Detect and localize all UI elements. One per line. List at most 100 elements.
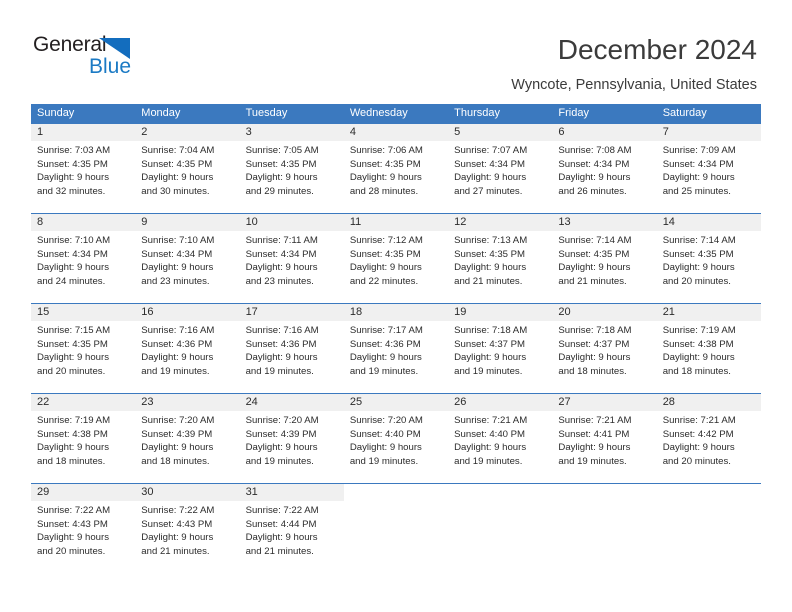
day-number [552, 484, 657, 501]
calendar-day-cell[interactable]: 22 Sunrise: 7:19 AM Sunset: 4:38 PM Dayligh… [31, 394, 136, 483]
weekday-header-sunday: Sunday [37, 107, 75, 119]
calendar-day-cell[interactable]: 17 Sunrise: 7:16 AM Sunset: 4:36 PM Dayligh… [239, 304, 344, 393]
day-daylight2-text: and 23 minutes. [245, 275, 314, 287]
day-number: 30 [135, 484, 240, 501]
calendar-day-cell[interactable]: 4 Sunrise: 7:06 AM Sunset: 4:35 PM Daylight… [343, 124, 449, 213]
day-number: 16 [135, 304, 240, 321]
calendar-day-cell[interactable]: 14 Sunrise: 7:14 AM Sunset: 4:35 PM Dayligh… [656, 214, 761, 303]
day-sunrise-text: Sunrise: 7:14 AM [558, 235, 632, 246]
calendar-day-cell[interactable]: 25 Sunrise: 7:20 AM Sunset: 4:40 PM Dayligh… [343, 394, 449, 483]
day-sunset-text: Sunset: 4:34 PM [558, 158, 630, 170]
day-details: Sunrise: 7:08 AM Sunset: 4:34 PM Daylight:… [552, 141, 656, 198]
day-daylight2-text: and 21 minutes. [141, 545, 210, 557]
calendar-day-cell[interactable]: 30 Sunrise: 7:22 AM Sunset: 4:43 PM Dayligh… [135, 484, 240, 567]
day-daylight2-text: and 29 minutes. [245, 185, 314, 197]
calendar-day-cell[interactable]: 24 Sunrise: 7:20 AM Sunset: 4:39 PM Dayligh… [239, 394, 344, 483]
day-details: Sunrise: 7:04 AM Sunset: 4:35 PM Daylight:… [135, 141, 239, 198]
day-sunset-text: Sunset: 4:40 PM [454, 428, 526, 440]
day-daylight1-text: Daylight: 9 hours [245, 172, 318, 184]
day-sunrise-text: Sunrise: 7:21 AM [558, 415, 632, 426]
day-number: 25 [343, 394, 449, 411]
day-daylight1-text: Daylight: 9 hours [454, 442, 527, 454]
weekday-header-row: Sunday Monday Tuesday Wednesday Thursday… [31, 104, 761, 123]
day-sunrise-text: Sunrise: 7:22 AM [141, 505, 215, 516]
day-sunset-text: Sunset: 4:35 PM [558, 248, 630, 260]
calendar-day-cell[interactable]: 19 Sunrise: 7:18 AM Sunset: 4:37 PM Dayligh… [448, 304, 553, 393]
day-daylight1-text: Daylight: 9 hours [662, 262, 735, 274]
general-blue-logo[interactable]: General Blue [33, 33, 163, 81]
day-details: Sunrise: 7:21 AM Sunset: 4:42 PM Daylight:… [657, 411, 761, 468]
day-daylight2-text: and 19 minutes. [454, 365, 523, 377]
day-daylight2-text: and 18 minutes. [37, 455, 106, 467]
calendar-day-cell[interactable]: 6 Sunrise: 7:08 AM Sunset: 4:34 PM Daylight… [552, 124, 657, 213]
day-number: 17 [239, 304, 344, 321]
day-sunrise-text: Sunrise: 7:17 AM [349, 325, 423, 336]
day-daylight2-text: and 18 minutes. [662, 365, 731, 377]
day-daylight2-text: and 24 minutes. [37, 275, 106, 287]
day-number [343, 484, 449, 501]
day-daylight1-text: Daylight: 9 hours [141, 352, 214, 364]
page-location: Wyncote, Pennsylvania, United States [511, 77, 757, 93]
day-details: Sunrise: 7:15 AM Sunset: 4:35 PM Daylight:… [31, 321, 135, 378]
day-sunset-text: Sunset: 4:43 PM [37, 518, 108, 530]
day-details: Sunrise: 7:07 AM Sunset: 4:34 PM Daylight:… [448, 141, 552, 198]
day-daylight1-text: Daylight: 9 hours [245, 352, 318, 364]
day-sunrise-text: Sunrise: 7:05 AM [245, 145, 319, 156]
day-number: 19 [448, 304, 553, 321]
day-number: 18 [343, 304, 449, 321]
day-details: Sunrise: 7:16 AM Sunset: 4:36 PM Daylight:… [240, 321, 344, 378]
day-number: 2 [135, 124, 240, 141]
calendar-day-cell[interactable]: 23 Sunrise: 7:20 AM Sunset: 4:39 PM Dayligh… [135, 394, 240, 483]
day-daylight1-text: Daylight: 9 hours [558, 352, 631, 364]
day-daylight1-text: Daylight: 9 hours [662, 172, 735, 184]
day-sunrise-text: Sunrise: 7:10 AM [141, 235, 215, 246]
calendar-day-cell[interactable]: 29 Sunrise: 7:22 AM Sunset: 4:43 PM Dayligh… [31, 484, 136, 567]
calendar-day-cell[interactable]: 5 Sunrise: 7:07 AM Sunset: 4:34 PM Daylight… [448, 124, 553, 213]
day-number: 14 [656, 214, 761, 231]
day-daylight1-text: Daylight: 9 hours [245, 262, 318, 274]
day-details: Sunrise: 7:14 AM Sunset: 4:35 PM Daylight:… [657, 231, 761, 288]
day-daylight1-text: Daylight: 9 hours [558, 172, 631, 184]
day-daylight2-text: and 19 minutes. [245, 365, 314, 377]
calendar-day-cell[interactable]: 12 Sunrise: 7:13 AM Sunset: 4:35 PM Dayligh… [448, 214, 553, 303]
calendar-day-cell[interactable]: 9 Sunrise: 7:10 AM Sunset: 4:34 PM Daylight… [135, 214, 240, 303]
calendar-day-cell[interactable]: 27 Sunrise: 7:21 AM Sunset: 4:41 PM Dayligh… [552, 394, 657, 483]
calendar-day-cell[interactable]: 16 Sunrise: 7:16 AM Sunset: 4:36 PM Dayligh… [135, 304, 240, 393]
day-sunset-text: Sunset: 4:37 PM [558, 338, 630, 350]
calendar-day-cell[interactable]: 26 Sunrise: 7:21 AM Sunset: 4:40 PM Dayligh… [448, 394, 553, 483]
day-daylight2-text: and 20 minutes. [662, 275, 731, 287]
weekday-header-thursday: Thursday [454, 107, 500, 119]
day-daylight1-text: Daylight: 9 hours [558, 262, 631, 274]
day-daylight2-text: and 20 minutes. [662, 455, 731, 467]
calendar-day-cell[interactable]: 20 Sunrise: 7:18 AM Sunset: 4:37 PM Dayligh… [552, 304, 657, 393]
logo-text-general: General [33, 33, 107, 56]
calendar-day-cell[interactable]: 21 Sunrise: 7:19 AM Sunset: 4:38 PM Dayligh… [656, 304, 761, 393]
calendar-day-cell[interactable]: 31 Sunrise: 7:22 AM Sunset: 4:44 PM Dayligh… [239, 484, 344, 567]
day-details: Sunrise: 7:19 AM Sunset: 4:38 PM Daylight:… [657, 321, 761, 378]
calendar-day-cell[interactable]: 3 Sunrise: 7:05 AM Sunset: 4:35 PM Daylight… [239, 124, 344, 213]
day-number: 8 [31, 214, 136, 231]
day-number: 29 [31, 484, 136, 501]
calendar-day-cell[interactable]: 18 Sunrise: 7:17 AM Sunset: 4:36 PM Dayligh… [343, 304, 449, 393]
day-number: 22 [31, 394, 136, 411]
calendar-day-cell[interactable]: 28 Sunrise: 7:21 AM Sunset: 4:42 PM Dayligh… [656, 394, 761, 483]
calendar-day-cell[interactable]: 7 Sunrise: 7:09 AM Sunset: 4:34 PM Daylight… [656, 124, 761, 213]
calendar-day-cell[interactable]: 10 Sunrise: 7:11 AM Sunset: 4:34 PM Dayligh… [239, 214, 344, 303]
calendar-day-cell[interactable]: 8 Sunrise: 7:10 AM Sunset: 4:34 PM Daylight… [31, 214, 136, 303]
weekday-header-monday: Monday [141, 107, 181, 119]
calendar-day-cell-empty [343, 484, 449, 567]
day-sunrise-text: Sunrise: 7:11 AM [245, 235, 318, 246]
day-daylight1-text: Daylight: 9 hours [349, 352, 422, 364]
day-sunset-text: Sunset: 4:34 PM [454, 158, 526, 170]
day-number: 26 [448, 394, 553, 411]
day-daylight1-text: Daylight: 9 hours [141, 262, 214, 274]
day-sunset-text: Sunset: 4:39 PM [141, 428, 213, 440]
calendar-day-cell[interactable]: 15 Sunrise: 7:15 AM Sunset: 4:35 PM Dayligh… [31, 304, 136, 393]
calendar-day-cell[interactable]: 13 Sunrise: 7:14 AM Sunset: 4:35 PM Dayligh… [552, 214, 657, 303]
calendar-day-cell[interactable]: 2 Sunrise: 7:04 AM Sunset: 4:35 PM Daylight… [135, 124, 240, 213]
calendar-day-cell[interactable]: 11 Sunrise: 7:12 AM Sunset: 4:35 PM Dayligh… [343, 214, 449, 303]
weekday-header-saturday: Saturday [662, 107, 707, 119]
calendar-day-cell[interactable]: 1 Sunrise: 7:03 AM Sunset: 4:35 PM Daylight… [31, 124, 136, 213]
day-daylight2-text: and 27 minutes. [454, 185, 523, 197]
day-daylight1-text: Daylight: 9 hours [37, 532, 109, 544]
